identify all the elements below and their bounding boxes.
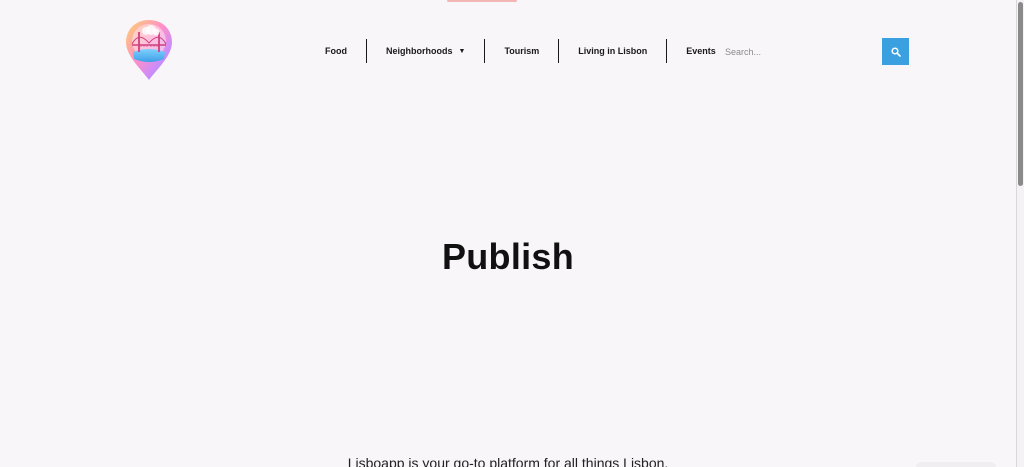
nav-item-neighborhoods[interactable]: Neighborhoods ▼: [367, 39, 484, 63]
site-logo[interactable]: [124, 19, 174, 81]
scrollbar-thumb[interactable]: [1018, 2, 1023, 186]
intro-text: Lisboapp is your go-to platform for all …: [347, 455, 669, 467]
bridge-map-pin-icon: [126, 20, 172, 80]
nav-item-food[interactable]: Food: [306, 39, 366, 63]
nav-label: Food: [325, 46, 347, 56]
caret-down-icon: ▼: [458, 47, 466, 55]
search-input[interactable]: [716, 38, 882, 65]
main-navigation: Food Neighborhoods ▼ Tourism Living in L…: [306, 39, 735, 63]
page-title: Publish: [441, 236, 575, 277]
nav-item-tourism[interactable]: Tourism: [485, 39, 558, 63]
scrollbar-track[interactable]: [1016, 0, 1024, 467]
floating-widget[interactable]: [916, 462, 996, 467]
search-icon: [890, 46, 901, 57]
top-accent-line: [447, 0, 517, 2]
search-button[interactable]: [882, 38, 909, 65]
nav-label: Tourism: [504, 46, 540, 56]
nav-label: Events: [686, 46, 716, 56]
nav-label: Living in Lisbon: [578, 46, 648, 56]
nav-label: Neighborhoods: [386, 46, 453, 56]
nav-item-living-in-lisbon[interactable]: Living in Lisbon: [559, 39, 666, 63]
